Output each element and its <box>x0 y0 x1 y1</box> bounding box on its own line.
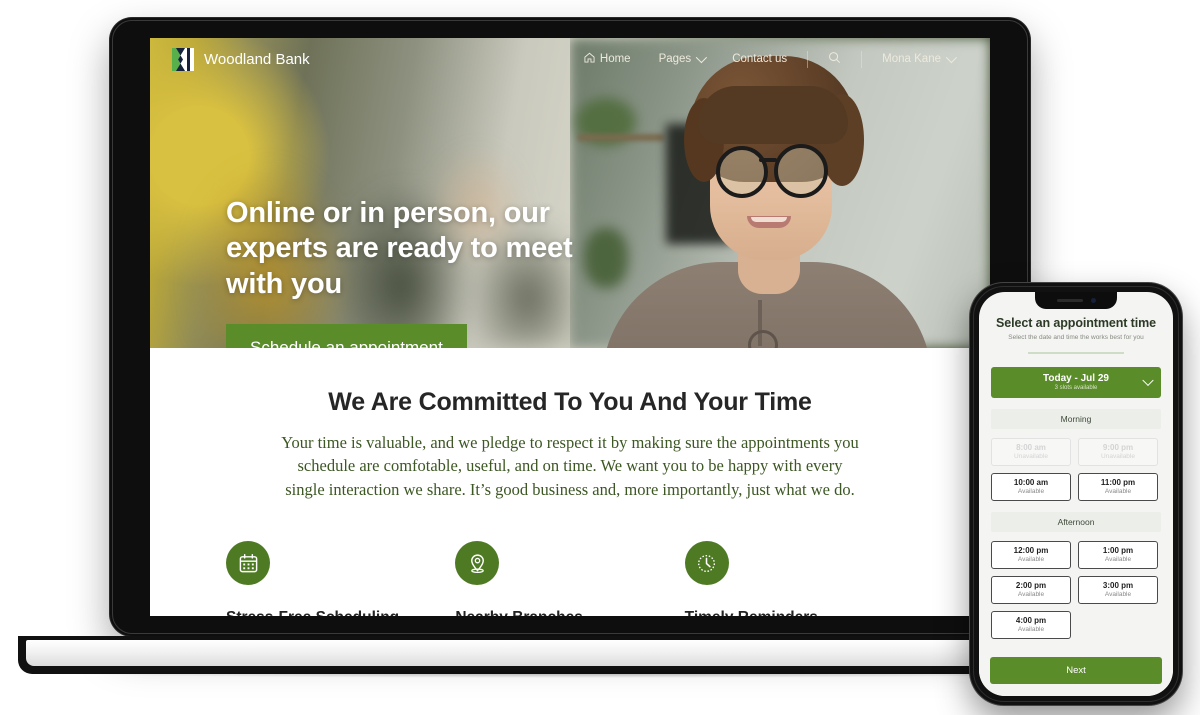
chevron-down-icon <box>1142 375 1154 387</box>
nav-item-home[interactable]: Home <box>570 52 645 66</box>
feature-title: Stress-Free Scheduling <box>226 609 455 616</box>
appointment-subtitle: Select the date and time the works best … <box>1008 334 1144 341</box>
map-pin-icon <box>455 541 500 586</box>
slot-status: Unavailable <box>1014 452 1048 460</box>
search-icon <box>828 51 841 67</box>
slots-available-note: 3 slots available <box>1054 384 1098 391</box>
home-icon <box>584 52 595 66</box>
slot-status: Available <box>1017 626 1045 634</box>
site-navbar: Woodland Bank Home Pages Contact us Mona… <box>150 38 990 80</box>
phone-screen: Select an appointment time Select the da… <box>979 292 1173 696</box>
feature-card-branches: Nearby Branches We make it easy to choos… <box>455 541 684 616</box>
hero-copy: Online or in person, our experts are rea… <box>226 196 626 348</box>
nav-item-pages[interactable]: Pages <box>645 51 719 65</box>
time-slot: 9:00 pm Unavailable <box>1078 437 1158 466</box>
slot-status: Available <box>1104 555 1132 563</box>
slot-time: 3:00 pm <box>1102 581 1134 591</box>
time-slot: 8:00 am Unavailable <box>991 437 1071 466</box>
nav-item-user-menu[interactable]: Mona Kane <box>868 51 968 65</box>
laptop-mockup: Woodland Bank Home Pages Contact us Mona… <box>110 18 1030 636</box>
portrait-smile <box>747 216 791 228</box>
committed-body: Your time is valuable, and we pledge to … <box>281 433 859 499</box>
slot-status: Available <box>1104 591 1132 599</box>
slot-time: 4:00 pm <box>1015 616 1047 626</box>
nav-label-pages: Pages <box>658 53 692 65</box>
portrait-hair-front <box>698 86 848 144</box>
features-section: Stress-Free Scheduling Our online schedu… <box>150 501 990 616</box>
slot-time: 10:00 am <box>1013 477 1049 487</box>
slot-status: Available <box>1017 591 1045 599</box>
brand-name: Woodland Bank <box>204 50 310 68</box>
nav-item-contact[interactable]: Contact us <box>718 53 801 65</box>
divider <box>1028 352 1124 354</box>
appointment-picker: Select an appointment time Select the da… <box>979 292 1173 640</box>
feature-title: Timely Reminders <box>685 609 914 616</box>
brand-logo-link[interactable]: Woodland Bank <box>172 47 310 71</box>
portrait-glasses-right <box>774 144 828 198</box>
schedule-appointment-button[interactable]: Schedule an appointment <box>226 324 467 348</box>
chevron-down-icon <box>945 51 958 64</box>
slot-time: 1:00 pm <box>1102 545 1134 555</box>
woodland-logo-icon <box>172 47 194 71</box>
phone-notch <box>1035 292 1117 309</box>
slot-status: Available <box>1017 555 1045 563</box>
portrait-glasses-bridge <box>759 158 777 162</box>
section-heading-morning: Morning <box>991 408 1161 429</box>
date-selector-dropdown[interactable]: Today - Jul 29 3 slots available <box>991 367 1161 398</box>
phone-footer: Next <box>979 649 1173 696</box>
feature-card-reminders: Timely Reminders Our automated confirmat… <box>684 541 914 616</box>
feature-title: Nearby Branches <box>455 609 684 616</box>
time-slot[interactable]: 10:00 am Available <box>991 472 1071 501</box>
committed-section: We Are Committed To You And Your Time Yo… <box>150 348 990 502</box>
committed-title: We Are Committed To You And Your Time <box>328 388 812 416</box>
nav-label-home: Home <box>599 53 631 65</box>
portrait-glasses-left <box>716 146 768 198</box>
camera-icon <box>1090 298 1096 303</box>
next-button[interactable]: Next <box>990 657 1162 684</box>
selected-date-label: Today - Jul 29 <box>1043 373 1109 384</box>
nav-label-contact: Contact us <box>732 53 788 65</box>
slot-grid-afternoon: 12:00 pm Available 1:00 pm Available 2:0… <box>991 540 1161 640</box>
chevron-down-icon <box>695 51 708 64</box>
user-name-label: Mona Kane <box>882 53 941 65</box>
speaker-icon <box>1056 299 1083 302</box>
website-page: Woodland Bank Home Pages Contact us Mona… <box>150 38 990 616</box>
nav-links: Home Pages Contact us Mona Kane <box>570 50 968 68</box>
slot-status: Available <box>1104 487 1132 495</box>
time-slot[interactable]: 3:00 pm Available <box>1078 576 1158 605</box>
slot-time: 11:00 pm <box>1100 477 1136 487</box>
slot-time: 9:00 pm <box>1102 442 1134 452</box>
feature-card-scheduling: Stress-Free Scheduling Our online schedu… <box>226 541 455 616</box>
time-slot[interactable]: 1:00 pm Available <box>1078 540 1158 570</box>
time-slot[interactable]: 4:00 pm Available <box>991 611 1071 640</box>
hero-portrait-image <box>570 38 990 348</box>
slot-time: 8:00 am <box>1016 442 1046 452</box>
slot-time: 12:00 pm <box>1013 545 1049 555</box>
time-slot[interactable]: 2:00 pm Available <box>991 576 1071 605</box>
hero-title: Online or in person, our experts are rea… <box>226 197 573 300</box>
slot-status: Available <box>1017 487 1045 495</box>
appointment-title: Select an appointment time <box>996 316 1156 330</box>
time-slot[interactable]: 11:00 pm Available <box>1078 472 1158 501</box>
slot-grid-morning: 8:00 am Unavailable 9:00 pm Unavailable … <box>991 437 1161 501</box>
nav-divider-left <box>807 50 809 68</box>
portrait-shelf <box>578 134 664 141</box>
section-heading-afternoon: Afternoon <box>991 511 1161 532</box>
laptop-screen: Woodland Bank Home Pages Contact us Mona… <box>150 38 990 616</box>
slot-status: Unavailable <box>1101 452 1135 460</box>
calendar-icon <box>226 541 270 586</box>
time-slot[interactable]: 12:00 pm Available <box>991 540 1071 570</box>
nav-divider-right <box>861 50 863 68</box>
phone-mockup: Select an appointment time Select the da… <box>970 283 1182 705</box>
nav-item-search[interactable] <box>814 51 855 67</box>
clock-icon <box>684 541 729 586</box>
slot-time: 2:00 pm <box>1015 581 1047 591</box>
hero-section: Woodland Bank Home Pages Contact us Mona… <box>150 38 990 348</box>
